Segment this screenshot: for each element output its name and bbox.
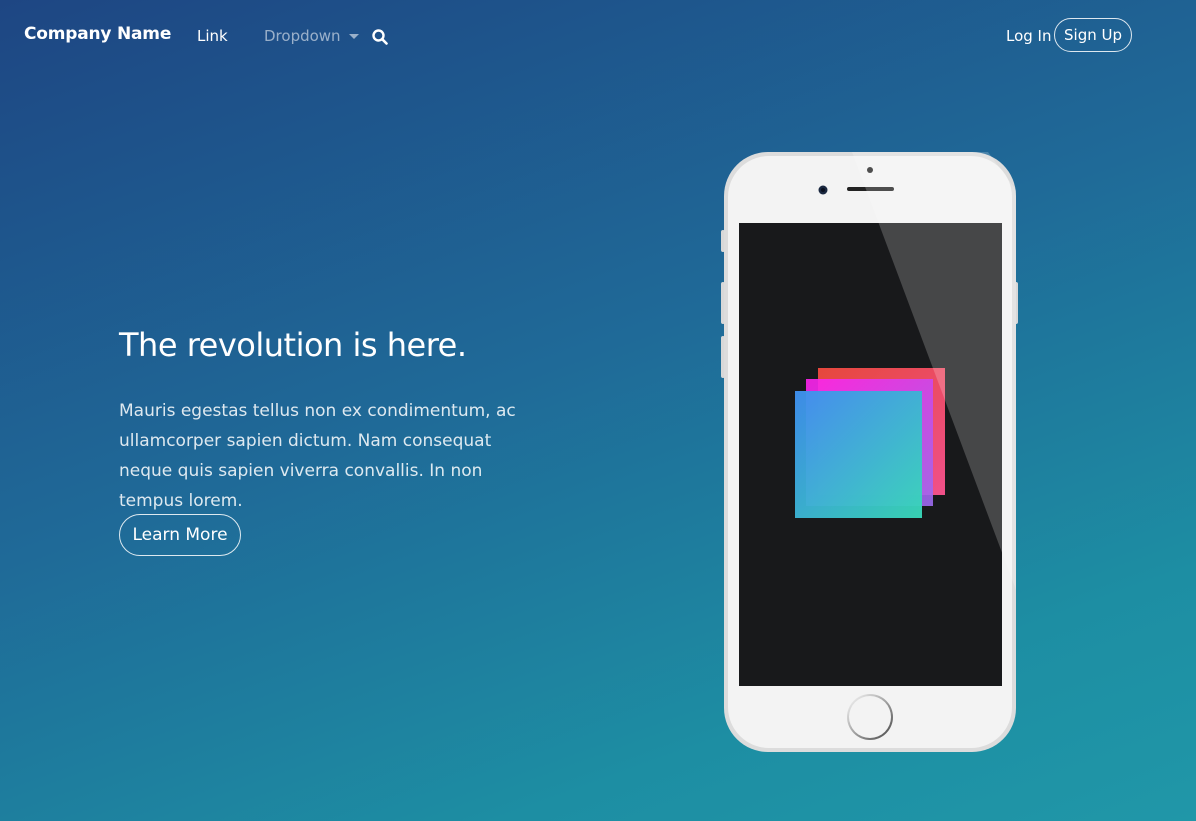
login-link[interactable]: Log In	[1006, 27, 1052, 45]
learn-more-button[interactable]: Learn More	[119, 514, 241, 556]
search-icon[interactable]	[371, 28, 389, 46]
brand-logo[interactable]: Company Name	[24, 24, 171, 44]
phone-illustration	[721, 152, 1018, 752]
nav-dropdown[interactable]: Dropdown	[264, 27, 359, 45]
hero-title: The revolution is here.	[119, 326, 467, 364]
signup-button[interactable]: Sign Up	[1054, 18, 1132, 52]
navbar: Company Name Link Dropdown Log In Sign U…	[0, 0, 1196, 72]
nav-dropdown-label: Dropdown	[264, 27, 341, 45]
caret-down-icon	[348, 33, 359, 39]
app-logo	[795, 368, 945, 518]
nav-link[interactable]: Link	[197, 27, 228, 45]
hero-description: Mauris egestas tellus non ex condimentum…	[119, 401, 516, 511]
